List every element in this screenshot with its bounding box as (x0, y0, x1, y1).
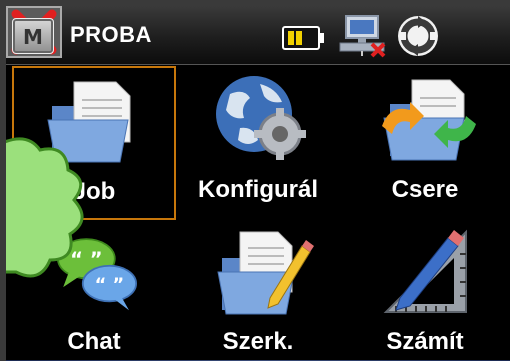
calculator-ruler-icon (383, 229, 467, 313)
sync-icon[interactable] (394, 14, 442, 58)
globe-gear-icon (216, 76, 306, 160)
tile-label: Szerk. (222, 328, 294, 355)
edit-document-icon (217, 231, 314, 315)
title-bar: M PROBA (6, 6, 510, 65)
screen: M PROBA Job Konfigurál Csere “ ” “ ” Cha… (6, 6, 510, 361)
svg-text:“ ”: “ ” (95, 276, 125, 296)
tile-szamitas[interactable]: Számít (340, 220, 510, 361)
tile-szerkesztes[interactable]: Szerk. (176, 220, 340, 361)
tile-label: Chat (67, 328, 121, 355)
tile-label: Számít (386, 328, 464, 355)
app-logo-letter: M (23, 25, 43, 49)
tile-konfiguralas[interactable]: Konfigurál (176, 66, 340, 220)
page-title: PROBA (70, 22, 152, 47)
annotation-cloud (6, 137, 84, 278)
device-frame: M PROBA Job Konfigurál Csere “ ” “ ” Cha… (0, 0, 510, 361)
battery-half-icon[interactable] (282, 26, 326, 50)
network-disconnected-icon[interactable] (336, 14, 388, 58)
tile-csere[interactable]: Csere (340, 66, 510, 220)
tile-label: Csere (391, 176, 459, 203)
app-menu-button[interactable]: M (12, 18, 54, 54)
exchange-documents-icon (382, 79, 476, 161)
tile-label: Konfigurál (198, 176, 318, 203)
